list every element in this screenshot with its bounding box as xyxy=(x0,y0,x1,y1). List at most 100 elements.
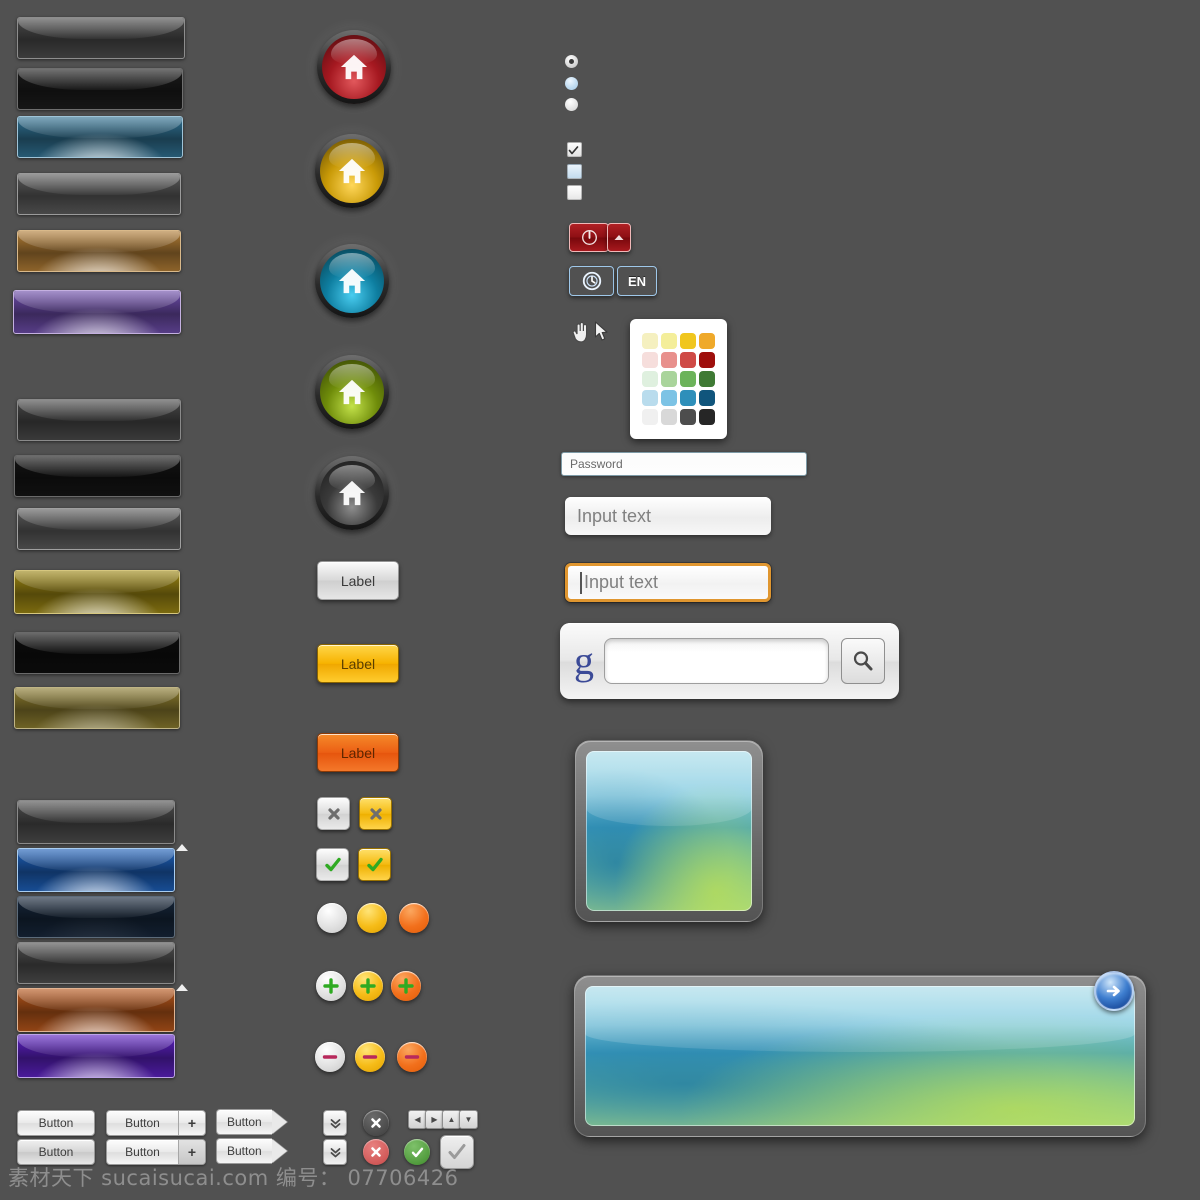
bar-gray-4[interactable] xyxy=(17,942,175,984)
color-swatch[interactable] xyxy=(661,352,677,368)
close-circle-dark[interactable] xyxy=(363,1110,389,1136)
home-button-green[interactable] xyxy=(315,355,389,429)
bar-blue[interactable] xyxy=(17,116,183,158)
bar-gold[interactable] xyxy=(14,570,180,614)
button-arrow-top[interactable]: Button xyxy=(216,1109,287,1135)
color-swatch[interactable] xyxy=(680,371,696,387)
image-banner-wide[interactable] xyxy=(574,975,1146,1137)
home-button-red[interactable] xyxy=(317,30,391,104)
plus-icon[interactable]: + xyxy=(178,1111,205,1135)
home-button-black[interactable] xyxy=(315,456,389,530)
circle-button-orange[interactable] xyxy=(399,903,429,933)
color-swatch[interactable] xyxy=(680,409,696,425)
color-swatch[interactable] xyxy=(661,333,677,349)
nav-arrow-down[interactable]: ▼ xyxy=(459,1110,478,1129)
close-button-gray[interactable] xyxy=(317,797,350,830)
bar-glow xyxy=(30,247,168,271)
color-swatch[interactable] xyxy=(642,371,658,387)
bar-black-3[interactable] xyxy=(14,632,180,674)
color-swatch[interactable] xyxy=(699,333,715,349)
color-swatch[interactable] xyxy=(661,409,677,425)
bar-gloss xyxy=(18,849,174,871)
home-icon xyxy=(338,379,366,405)
color-swatch[interactable] xyxy=(642,409,658,425)
check-icon xyxy=(324,857,341,871)
plus-button-orange[interactable] xyxy=(391,971,421,1001)
radio-hover[interactable] xyxy=(565,77,578,90)
bar-dark-gray-2[interactable] xyxy=(17,399,181,441)
search-input[interactable] xyxy=(604,638,829,684)
circle-button-white[interactable] xyxy=(317,903,347,933)
bar-black-2[interactable] xyxy=(14,455,181,497)
language-button[interactable]: EN xyxy=(617,266,657,296)
color-swatch[interactable] xyxy=(699,409,715,425)
circle-button-yellow[interactable] xyxy=(357,903,387,933)
home-button-teal[interactable] xyxy=(315,244,389,318)
color-swatch[interactable] xyxy=(699,371,715,387)
bar-navy[interactable] xyxy=(17,896,175,938)
check-button-gray[interactable] xyxy=(316,848,349,881)
double-chevron-down-top[interactable] xyxy=(323,1110,347,1136)
minus-button-yellow[interactable] xyxy=(355,1042,385,1072)
checkbox-hover[interactable] xyxy=(567,164,582,179)
input-text-normal[interactable]: Input text xyxy=(565,497,771,535)
image-thumbnail-square[interactable] xyxy=(575,740,763,922)
bar-gray-light[interactable] xyxy=(17,173,181,215)
bar-gray-3[interactable] xyxy=(17,800,175,844)
label-button-orange[interactable]: Label xyxy=(317,733,399,772)
bar-tan[interactable] xyxy=(17,230,181,272)
plus-icon[interactable]: + xyxy=(178,1140,205,1164)
color-swatch[interactable] xyxy=(642,390,658,406)
clock-button[interactable] xyxy=(569,266,614,296)
bar-surface xyxy=(18,849,174,891)
color-swatch[interactable] xyxy=(661,371,677,387)
label-button-gray[interactable]: Label xyxy=(317,561,399,600)
button-arrow-bottom[interactable]: Button xyxy=(216,1138,287,1164)
plus-button-white[interactable] xyxy=(316,971,346,1001)
home-icon xyxy=(340,54,368,80)
color-swatch[interactable] xyxy=(661,390,677,406)
radio-selected[interactable] xyxy=(565,55,578,68)
color-swatch[interactable] xyxy=(699,390,715,406)
color-swatch[interactable] xyxy=(680,352,696,368)
bar-glow xyxy=(30,959,162,983)
radio-normal[interactable] xyxy=(565,98,578,111)
color-swatch[interactable] xyxy=(642,352,658,368)
color-swatch[interactable] xyxy=(680,390,696,406)
close-button-yellow[interactable] xyxy=(359,797,392,830)
banner-next-button[interactable] xyxy=(1094,971,1134,1011)
color-swatch[interactable] xyxy=(680,333,696,349)
bar-gray-2[interactable] xyxy=(17,508,181,550)
bar-glow xyxy=(30,1051,162,1077)
check-button-yellow[interactable] xyxy=(358,848,391,881)
minus-icon xyxy=(362,1055,378,1059)
bar-black[interactable] xyxy=(17,68,183,110)
color-swatch[interactable] xyxy=(642,333,658,349)
checkbox-normal[interactable] xyxy=(567,185,582,200)
double-chevron-down-icon xyxy=(330,1147,340,1157)
bar-purple[interactable] xyxy=(13,290,181,334)
search-button[interactable] xyxy=(841,638,885,684)
button-plus-top[interactable]: Button + xyxy=(106,1110,206,1136)
plus-button-yellow[interactable] xyxy=(353,971,383,1001)
bar-olive[interactable] xyxy=(14,687,180,729)
power-button[interactable] xyxy=(569,223,609,252)
bar-bright-blue[interactable] xyxy=(17,848,175,892)
label-button-yellow[interactable]: Label xyxy=(317,644,399,683)
bar-violet[interactable] xyxy=(17,1034,175,1078)
bar-gloss xyxy=(18,1035,174,1057)
home-button-amber[interactable] xyxy=(315,134,389,208)
minus-button-white[interactable] xyxy=(315,1042,345,1072)
color-swatch[interactable] xyxy=(699,352,715,368)
button-plain-top[interactable]: Button xyxy=(17,1110,95,1136)
input-text-focused[interactable]: Input text xyxy=(565,563,771,602)
bar-dark-gray[interactable] xyxy=(17,17,185,59)
password-input[interactable]: Password xyxy=(561,452,807,476)
checkbox-checked[interactable] xyxy=(567,142,582,157)
bar-surface xyxy=(14,291,180,333)
color-palette[interactable] xyxy=(630,319,727,439)
minus-button-orange[interactable] xyxy=(397,1042,427,1072)
bar-rust[interactable] xyxy=(17,988,175,1032)
bar-glow xyxy=(30,865,162,891)
power-dropdown-button[interactable] xyxy=(607,223,631,252)
